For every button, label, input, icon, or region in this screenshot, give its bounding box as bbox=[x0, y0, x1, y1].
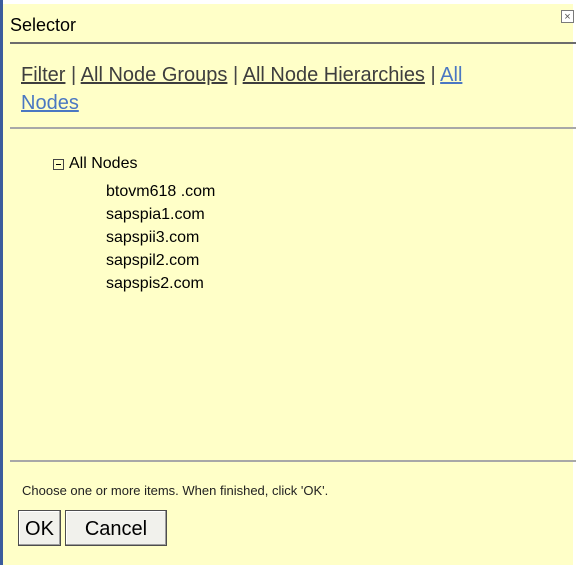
tree-root-label: All Nodes bbox=[69, 155, 138, 172]
all-node-groups-link[interactable]: All Node Groups bbox=[81, 64, 228, 86]
all-nodes-link-part1[interactable]: All bbox=[440, 64, 462, 86]
link-separator: | bbox=[430, 64, 436, 86]
list-item[interactable]: sapspil2.com bbox=[106, 249, 215, 272]
list-item[interactable]: sapspii3.com bbox=[106, 226, 215, 249]
all-nodes-link-part2[interactable]: Nodes bbox=[21, 92, 79, 114]
view-links: Filter | All Node Groups | All Node Hier… bbox=[21, 61, 566, 117]
tree-root[interactable]: All Nodes bbox=[53, 154, 137, 174]
link-separator: | bbox=[232, 64, 239, 86]
link-separator: | bbox=[71, 64, 77, 86]
instruction-text: Choose one or more items. When finished,… bbox=[22, 483, 329, 498]
minus-box-icon[interactable] bbox=[53, 158, 64, 170]
footer-separator bbox=[10, 460, 576, 462]
list-item[interactable]: sapspia1.com bbox=[106, 203, 215, 226]
list-item[interactable]: btovm618 .com bbox=[106, 180, 215, 203]
close-icon[interactable]: × bbox=[561, 10, 574, 23]
list-item[interactable]: sapspis2.com bbox=[106, 272, 215, 295]
top-strip bbox=[3, 0, 576, 4]
cancel-button[interactable]: Cancel bbox=[65, 510, 167, 546]
ok-button[interactable]: OK bbox=[18, 510, 61, 546]
links-separator bbox=[10, 127, 576, 129]
selector-dialog: Selector × Filter | All Node Groups | Al… bbox=[0, 0, 576, 565]
window-title: Selector bbox=[10, 15, 77, 35]
title-separator bbox=[10, 42, 576, 44]
filter-link[interactable]: Filter bbox=[21, 64, 65, 86]
all-node-hierarchies-link[interactable]: All Node Hierarchies bbox=[243, 64, 425, 86]
node-list: btovm618 .com sapspia1.com sapspii3.com … bbox=[106, 180, 215, 295]
